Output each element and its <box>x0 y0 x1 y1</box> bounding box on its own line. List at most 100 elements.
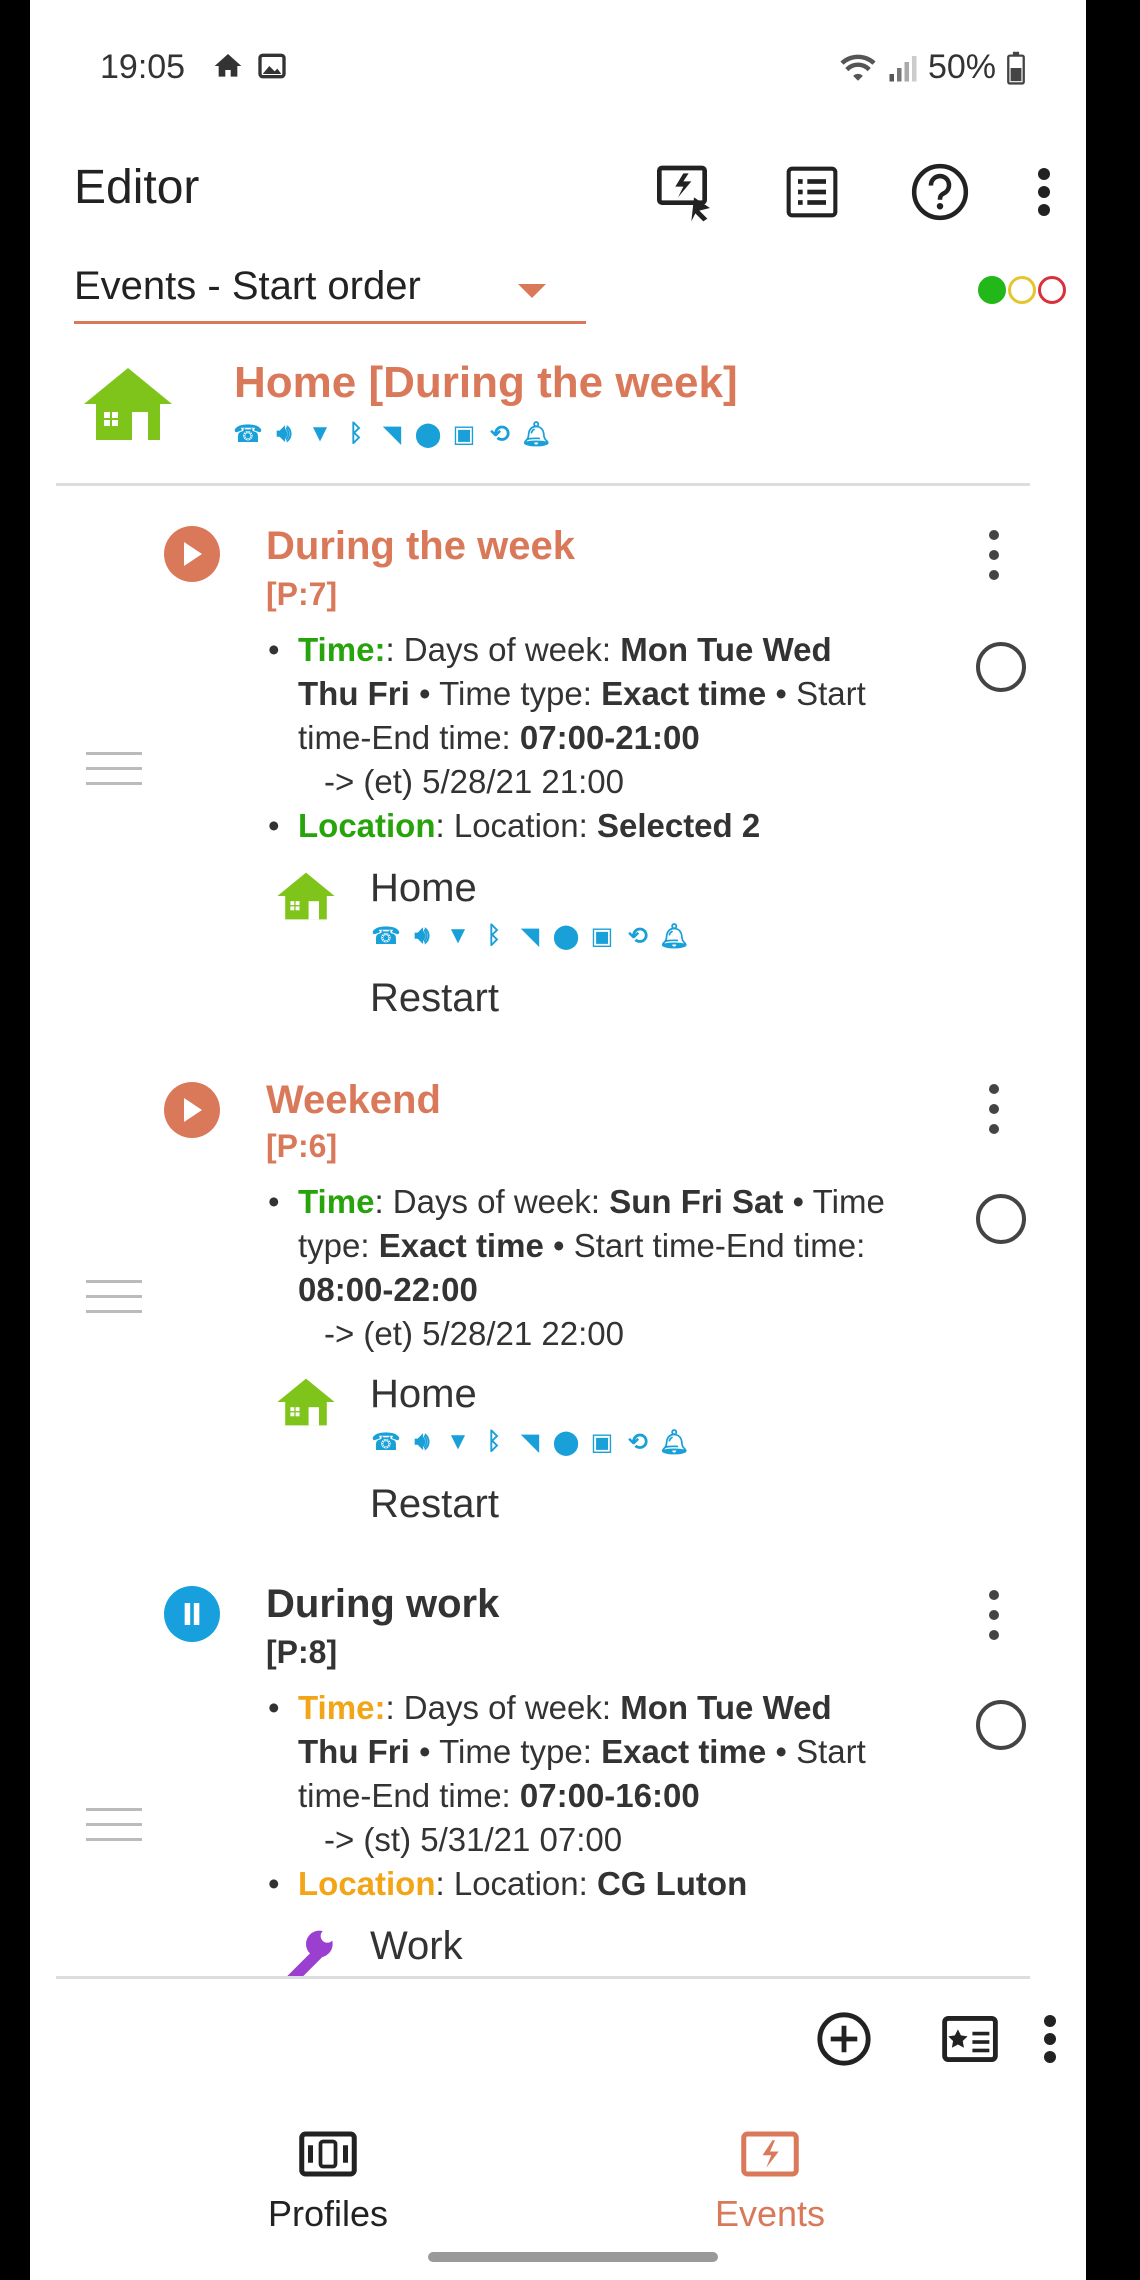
profile-preferences-icons: ☎ 🔊︎ ▼ ᛒ ◥ ⬤ ▣ ⟲ 🔔︎ <box>370 920 690 952</box>
overflow-menu-button[interactable] <box>1024 152 1064 232</box>
time-type-value: Exact time <box>601 675 767 712</box>
spinner-value: Events - Start order <box>74 264 421 308</box>
screen-rotation-icon: ⟲ <box>489 420 511 448</box>
status-dot-yellow <box>1008 276 1036 304</box>
event-state-button[interactable] <box>164 526 220 582</box>
nav-profiles-label: Profiles <box>267 2193 389 2234</box>
location-value: CG Luton <box>596 1865 748 1902</box>
end-action: Restart <box>370 1482 499 1526</box>
event-menu-button[interactable] <box>982 530 1006 590</box>
location-pref-icon: ⬤ <box>552 922 580 950</box>
event-priority: [P:6] <box>266 1128 338 1164</box>
status-time: 19:05 <box>100 48 186 86</box>
time-hint: -> (st) 5/31/21 07:00 <box>324 1821 623 1858</box>
event-name: Weekend <box>266 1078 441 1122</box>
time-type-value: Exact time <box>378 1227 544 1264</box>
notification-pref-icon: 🔔︎ <box>658 1428 690 1456</box>
drag-handle[interactable] <box>86 1808 142 1853</box>
event-ignore-manual-activation-toggle[interactable] <box>976 642 1026 692</box>
start-profile-name: Work <box>370 1924 463 1968</box>
end-action: Restart <box>370 976 499 1020</box>
event-priority: [P:8] <box>266 1634 338 1670</box>
event-name: During work <box>266 1582 500 1626</box>
signal-icon <box>889 55 917 81</box>
add-event-button[interactable] <box>804 1999 884 2079</box>
bottom-overflow-menu-button[interactable] <box>1030 1999 1070 2079</box>
chevron-down-icon <box>518 284 546 298</box>
location-preference: Location: Location: CG Luton <box>268 1862 886 1906</box>
event-ignore-manual-activation-toggle[interactable] <box>976 1700 1026 1750</box>
days-value: Sun Fri Sat <box>609 1183 784 1220</box>
wifi-pref-icon: ▼ <box>446 1428 470 1455</box>
event-menu-button[interactable] <box>982 1590 1006 1650</box>
phone-screen: 19:05 50% Editor Events - Start order Ho… <box>30 0 1086 2280</box>
location-pref-icon: ⬤ <box>414 420 442 448</box>
event-item[interactable]: Weekend [P:6] Time: Days of week: Sun Fr… <box>30 1052 1086 1552</box>
time-label: Time <box>298 631 375 668</box>
time-preference: Time:: Days of week: Mon Tue Wed Thu Fri… <box>268 628 886 804</box>
help-icon <box>911 163 969 221</box>
time-type-text: • Time type: <box>409 675 602 712</box>
notification-icons <box>212 50 288 82</box>
page-title: Editor <box>74 161 200 214</box>
bottom-navigation: Profiles Events <box>30 2120 1086 2240</box>
event-item[interactable]: During work [P:8] Time:: Days of week: M… <box>30 1558 1086 1976</box>
range-value: 08:00-22:00 <box>298 1271 478 1308</box>
time-text: : Days of week: <box>385 631 621 668</box>
play-icon <box>184 1098 202 1122</box>
drag-handle[interactable] <box>86 1280 142 1325</box>
wifi-icon <box>840 54 876 81</box>
events-icon <box>741 2131 799 2177</box>
time-text: : Days of week: <box>374 1183 610 1220</box>
volume-icon: 🔊︎ <box>276 420 292 447</box>
event-name: During the week <box>266 524 575 568</box>
status-bar: 19:05 50% <box>100 40 1026 100</box>
nav-profiles[interactable]: Profiles <box>178 2130 478 2235</box>
event-details-button[interactable] <box>930 1999 1010 2079</box>
help-button[interactable] <box>900 152 980 232</box>
battery-icon <box>1007 51 1025 85</box>
call-icon: ☎ <box>371 922 401 950</box>
location-label: Location <box>298 807 436 844</box>
more-vert-icon <box>1038 168 1050 216</box>
screen-rotation-icon: ⟲ <box>627 922 649 950</box>
house-icon <box>277 1378 335 1426</box>
events-order-spinner[interactable]: Events - Start order <box>74 256 586 324</box>
volume-icon: 🔊︎ <box>414 1428 430 1455</box>
profiles-icon <box>299 2131 357 2177</box>
time-type-text: • Time type: <box>409 1733 602 1770</box>
status-dot-red <box>1038 276 1066 304</box>
screen-rotation-icon: ⟲ <box>627 1428 649 1456</box>
wifi-ap-icon: ◥ <box>520 1428 540 1456</box>
event-status-indicator <box>978 276 1066 304</box>
range-text: • Start time-End time: <box>543 1227 866 1264</box>
active-profile-header[interactable]: Home [During the week] ☎ 🔊︎ ▼ ᛒ ◥ ⬤ ▣ ⟲ … <box>56 356 1030 486</box>
event-menu-button[interactable] <box>982 1084 1006 1144</box>
bluetooth-icon: ᛒ <box>486 1428 502 1455</box>
add-circle-icon <box>817 2012 871 2066</box>
event-state-button[interactable] <box>164 1586 220 1642</box>
drag-handle[interactable] <box>86 752 142 797</box>
run-stop-events-button[interactable] <box>646 152 726 232</box>
location-text: : Location: <box>435 807 597 844</box>
event-state-button[interactable] <box>164 1082 220 1138</box>
volume-icon: 🔊︎ <box>414 922 430 949</box>
gallery-icon <box>258 53 286 79</box>
gesture-home-bar[interactable] <box>428 2252 718 2262</box>
nav-events[interactable]: Events <box>620 2130 920 2235</box>
range-value: 07:00-16:00 <box>519 1777 700 1814</box>
event-priority: [P:7] <box>266 576 338 612</box>
start-profile-name: Home <box>370 1372 477 1416</box>
event-run-icon <box>657 165 710 222</box>
status-dot-green <box>978 276 1006 304</box>
time-preference: Time:: Days of week: Mon Tue Wed Thu Fri… <box>268 1686 886 1862</box>
event-preferences: Time:: Days of week: Mon Tue Wed Thu Fri… <box>268 1686 886 1906</box>
activity-log-button[interactable] <box>772 152 852 232</box>
list-icon <box>786 166 838 218</box>
wifi-ap-icon: ◥ <box>520 922 540 950</box>
mobile-data-icon: ▣ <box>590 1428 614 1456</box>
event-ignore-manual-activation-toggle[interactable] <box>976 1194 1026 1244</box>
time-label: Time <box>298 1689 375 1726</box>
event-item[interactable]: During the week [P:7] Time:: Days of wee… <box>30 500 1086 1040</box>
active-profile-name: Home [During the week] <box>234 358 738 407</box>
